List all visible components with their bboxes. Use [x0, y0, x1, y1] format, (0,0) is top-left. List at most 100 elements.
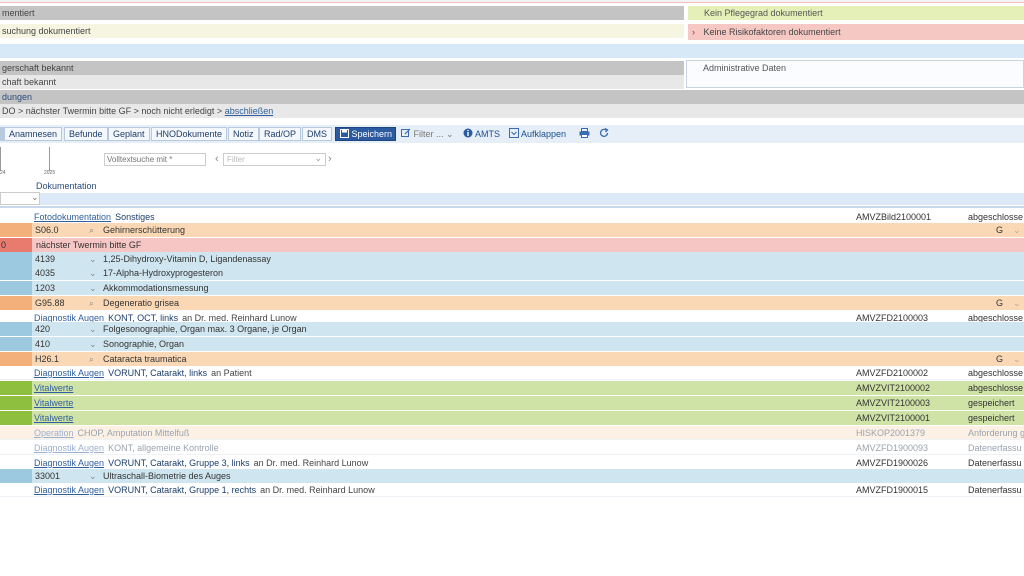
document-category-link[interactable]: Diagnostik Augen: [34, 458, 104, 468]
dms-button[interactable]: DMS: [302, 127, 332, 141]
risk-factors-panel[interactable]: › Keine Risikofaktoren dokumentiert: [688, 24, 1024, 40]
table-row[interactable]: Fotodokumentation Sonstiges AMVZBild210000…: [0, 210, 1024, 224]
document-title[interactable]: Diagnostik Augen VORUNT, Catarakt, links a…: [34, 366, 834, 380]
table-row[interactable]: Diagnostik Augen KONT, allgemeine Kontrol…: [0, 441, 1024, 455]
document-recipient: an Patient: [211, 368, 252, 378]
magnifier-icon[interactable]: ⌕: [89, 352, 99, 366]
table-row[interactable]: 4035 ⌄ 17-Alpha-Hydroxyprogesteron: [0, 266, 1024, 280]
document-title[interactable]: Diagnostik Augen VORUNT, Catarakt, Gruppe…: [34, 456, 834, 470]
magnifier-icon[interactable]: ⌕: [89, 223, 99, 237]
code-value: S06.0: [35, 225, 59, 235]
vitalwerte-link[interactable]: Vitalwerte: [34, 411, 234, 425]
print-button[interactable]: [579, 128, 590, 140]
document-title[interactable]: Diagnostik Augen VORUNT, Catarakt, Gruppe…: [34, 483, 834, 497]
document-title[interactable]: Diagnostik Augen KONT, allgemeine Kontrol…: [34, 441, 834, 455]
document-title[interactable]: Fotodokumentation Sonstiges: [34, 210, 834, 224]
table-row[interactable]: Diagnostik Augen VORUNT, Catarakt, Gruppe…: [0, 483, 1024, 497]
document-code: HISKOP2001379: [856, 428, 926, 438]
document-title[interactable]: Operation CHOP, Amputation Mittelfuß: [34, 426, 834, 440]
document-code: AMVZVIT2100003: [856, 398, 931, 408]
chevron-down-icon: ⌄: [314, 153, 322, 163]
chevron-down-icon[interactable]: ⌄: [1013, 352, 1023, 366]
code-value: 410: [35, 339, 51, 349]
code-value: H26.1: [35, 354, 60, 364]
filter-dropdown[interactable]: Filter ... ⌄: [401, 128, 454, 140]
amts-label: AMTS: [475, 129, 501, 139]
document-category-link[interactable]: Diagnostik Augen: [34, 485, 104, 495]
status-text: Datenerfassu: [968, 443, 1022, 453]
row-accent: [0, 223, 32, 237]
info-bar-left-3: gerschaft bekannt: [0, 61, 684, 75]
table-row[interactable]: 1203 ⌄ Akkommodationsmessung: [0, 281, 1024, 295]
geplant-button[interactable]: Geplant: [108, 127, 150, 141]
amts-button[interactable]: AMTS: [463, 128, 500, 140]
timeline-label-1: 24: [0, 170, 6, 176]
table-row[interactable]: 4139 ⌄ 1,25-Dihydroxy-Vitamin D, Ligandena…: [0, 252, 1024, 266]
document-code: AMVZFD1900093: [856, 443, 929, 453]
befunde-button[interactable]: Befunde: [64, 127, 108, 141]
chevron-down-icon[interactable]: ⌄: [89, 252, 99, 266]
speichern-label: Speichern: [351, 129, 393, 139]
table-row[interactable]: Vitalwerte AMVZVIT2100001 gespeichert: [0, 411, 1024, 425]
table-row[interactable]: Diagnostik Augen VORUNT, Catarakt, links a…: [0, 366, 1024, 380]
chevron-down-icon[interactable]: ⌄: [89, 322, 99, 336]
speichern-button[interactable]: Speichern: [335, 127, 396, 141]
column-filter-select[interactable]: ⌄: [0, 192, 40, 205]
document-category-link[interactable]: Fotodokumentation: [34, 212, 111, 222]
document-title-text: CHOP, Amputation Mittelfuß: [77, 428, 190, 438]
chevron-down-icon[interactable]: ⌄: [89, 266, 99, 280]
filter-select[interactable]: Filter ⌄: [223, 153, 326, 166]
item-description: Akkommodationsmessung: [103, 283, 209, 293]
vitalwerte-link[interactable]: Vitalwerte: [34, 396, 234, 410]
row-accent: 0: [0, 238, 32, 252]
status-text: gespeichert: [968, 413, 1015, 423]
aufklappen-button[interactable]: Aufklappen: [509, 128, 566, 140]
row-accent: [0, 322, 32, 336]
document-code: AMVZVIT2100001: [856, 413, 931, 423]
chevron-left-icon[interactable]: ‹: [215, 153, 219, 166]
timeline-tick-2: [49, 147, 50, 171]
document-category-link[interactable]: Diagnostik Augen: [34, 443, 104, 453]
info-icon: [463, 128, 473, 138]
table-row[interactable]: 420 ⌄ Folgesonographie, Organ max. 3 Organ…: [0, 322, 1024, 336]
magnifier-icon[interactable]: ⌕: [89, 296, 99, 310]
table-row[interactable]: Vitalwerte AMVZVIT2100002 abgeschlosse: [0, 381, 1024, 395]
hno-dokumente-button[interactable]: HNODokumente: [151, 127, 228, 141]
document-category-link[interactable]: Diagnostik Augen: [34, 368, 104, 378]
info-bar-left-5: dungen: [0, 90, 1024, 104]
table-row[interactable]: 0 nächster Twermin bitte GF: [0, 238, 1024, 252]
chevron-down-icon[interactable]: ⌄: [1013, 223, 1023, 237]
table-row[interactable]: H26.1 ⌕ Cataracta traumatica G ⌄: [0, 352, 1024, 366]
chevron-down-icon[interactable]: ⌄: [89, 281, 99, 295]
table-row[interactable]: Diagnostik Augen VORUNT, Catarakt, Gruppe…: [0, 456, 1024, 470]
item-description: Degeneratio grisea: [103, 298, 180, 308]
fulltext-search-input[interactable]: [104, 153, 206, 166]
item-description: 1,25-Dihydroxy-Vitamin D, Ligandenassay: [103, 254, 271, 264]
table-row[interactable]: Operation CHOP, Amputation Mittelfuß HISKO…: [0, 426, 1024, 440]
notiz-button[interactable]: Notiz: [228, 127, 259, 141]
pflegegrad-panel[interactable]: Kein Pflegegrad dokumentiert: [688, 6, 1024, 20]
chevron-down-icon[interactable]: ⌄: [89, 337, 99, 351]
chevron-down-icon[interactable]: ⌄: [89, 469, 99, 483]
table-row[interactable]: S06.0 ⌕ Gehirnerschütterung G ⌄: [0, 223, 1024, 237]
chevron-down-icon[interactable]: ⌄: [1013, 296, 1023, 310]
refresh-button[interactable]: [599, 127, 609, 140]
row-accent: [0, 381, 32, 395]
document-category-link[interactable]: Operation: [34, 428, 74, 438]
table-row[interactable]: Vitalwerte AMVZVIT2100003 gespeichert: [0, 396, 1024, 410]
table-row[interactable]: G95.88 ⌕ Degeneratio grisea G ⌄: [0, 296, 1024, 310]
aufklappen-label: Aufklappen: [521, 129, 567, 139]
table-row[interactable]: 33001 ⌄ Ultraschall-Biometrie des Auges: [0, 469, 1024, 483]
admin-data-panel[interactable]: Administrative Daten: [686, 60, 1024, 88]
vitalwerte-link[interactable]: Vitalwerte: [34, 381, 234, 395]
document-title-text: VORUNT, Catarakt, Gruppe 3, links: [108, 458, 250, 468]
table-row[interactable]: 410 ⌄ Sonographie, Organ: [0, 337, 1024, 351]
abschliessen-link[interactable]: abschließen: [225, 106, 274, 116]
flag-value: G: [996, 225, 1004, 235]
rad-op-button[interactable]: Rad/OP: [259, 127, 302, 141]
status-text: abgeschlosse: [968, 383, 1024, 393]
column-header-dokumentation[interactable]: Dokumentation: [36, 181, 97, 191]
anamnesen-button[interactable]: Anamnesen: [4, 127, 63, 141]
chevron-right-icon[interactable]: ›: [328, 153, 332, 166]
info-bar-left-4: chaft bekannt: [0, 75, 684, 89]
